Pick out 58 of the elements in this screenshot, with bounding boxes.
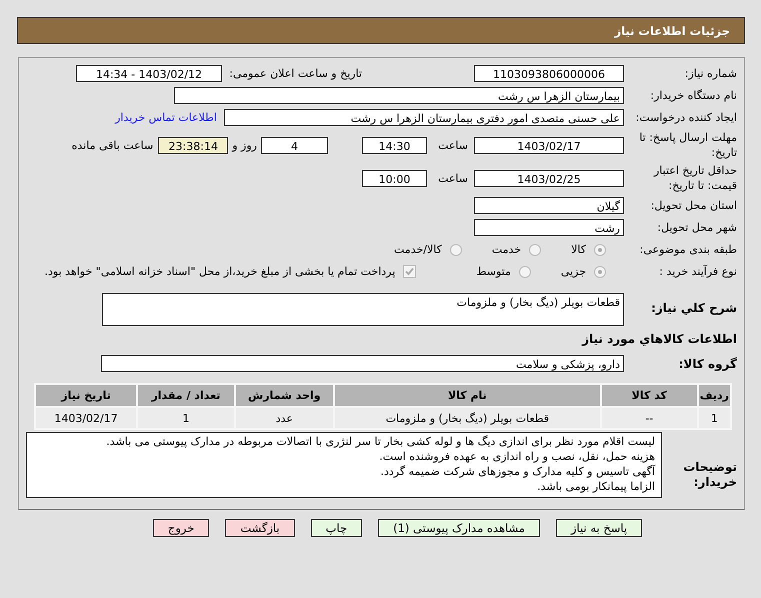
column-header: کد کالا [602,385,697,406]
field-label: توضیحات خریدار: [682,459,738,490]
table-cell: قطعات بویلر (دیگ بخار) و ملزومات [334,408,600,428]
radio-label: خدمت [492,243,522,256]
announce-date-field: 1403/02/12 - 14:34 [76,65,222,82]
contact-link[interactable]: اطلاعات تماس خریدار [115,111,217,124]
field-label: حداقل تاریخ اعتبار قیمت: تا تاریخ: [652,163,738,193]
field-label: گروه کالا: [678,356,738,370]
summary-textarea[interactable]: قطعات بویلر (دیگ بخار) و ملزومات [102,293,624,326]
field-label: شهر محل تحویل: [656,221,738,234]
table-cell: 1 [698,408,730,428]
field-label: استان محل تحویل: [650,199,738,212]
page-title: جزئیات اطلاعات نیاز [614,24,730,38]
field-label: شماره نیاز: [684,67,738,80]
radio-label: کالا [571,243,586,256]
column-header: واحد شمارش [236,385,333,406]
action-button[interactable]: بازگشت [225,519,295,537]
days-label: روز و [232,138,257,152]
days-field: 4 [261,136,328,154]
action-button[interactable]: چاپ [310,519,362,537]
time-field: 14:30 [362,136,427,154]
need-number-field: 1103093806000006 [474,65,624,82]
table-cell: 1403/02/17 [36,408,136,428]
date-field: 1403/02/25 [474,170,624,186]
field-label: نام دستگاه خریدار: [649,89,738,102]
table-cell: -- [602,408,697,428]
field-label: تاریخ و ساعت اعلان عمومی: [228,67,362,80]
action-button[interactable]: خروج [152,519,210,537]
column-header: ردیف [698,385,730,406]
requester-field: علی حسنی متصدی امور دفتری بیمارستان الزهرا س رشت [224,109,624,126]
column-header: نام کالا [334,385,600,406]
buyer-org-field: بیمارستان الزهرا س رشت [174,87,624,104]
action-button[interactable]: پاسخ به نیاز [556,519,642,537]
column-header: تعداد / مقدار [138,385,234,406]
field-label: شرح کلي نیاز: [650,300,738,315]
remaining-time-field: 23:38:14 [158,136,228,154]
goods-group-field: دارو، پزشکی و سلامت [101,355,624,372]
field-label: مهلت ارسال پاسخ: تا تاریخ: [638,130,738,160]
remaining-label: ساعت باقی مانده [72,138,154,152]
field-label: طبقه بندی موضوعی: [638,243,738,256]
time-label: ساعت [437,172,468,184]
column-header: تاریخ نیاز [36,385,136,406]
province-field: گیلان [474,197,624,214]
city-field: رشت [474,219,624,236]
notes-textarea[interactable]: لیست اقلام مورد نظر برای اندازی دیگ ها و لوله کشی بخار تا سر لنژری با اتصالات مربوطه در مدارک پیوستی می باشد. هزینه حمل، نقل، نصب و راه اندازی به عهده فروشنده است. آگهی تاسیس و کلیه مدارک و مجوزهای شرکت ضمیمه گردد. الزاما پیمانکار بومی باشد. [26,432,662,498]
field-label: ایجاد کننده درخواست: [634,111,738,124]
date-field: 1403/02/17 [474,136,624,154]
field-label: نوع فرآیند خرید : [658,265,738,278]
section-heading: اطلاعات کالاهاي مورد نیاز [582,332,738,346]
radio-label: متوسط [476,265,511,278]
action-button[interactable]: مشاهده مدارک پیوستی (1) [378,519,540,537]
time-field: 10:00 [362,170,427,186]
time-label: ساعت [437,138,468,152]
table-cell: 1 [138,408,234,428]
table-cell: عدد [236,408,333,428]
radio-label: کالا/خدمت [394,243,442,256]
radio-label: جزیی [560,265,586,278]
checkbox-label: پرداخت تمام یا بخشی از مبلغ خرید،از محل "اسناد خزانه اسلامی" خواهد بود. [44,265,396,278]
